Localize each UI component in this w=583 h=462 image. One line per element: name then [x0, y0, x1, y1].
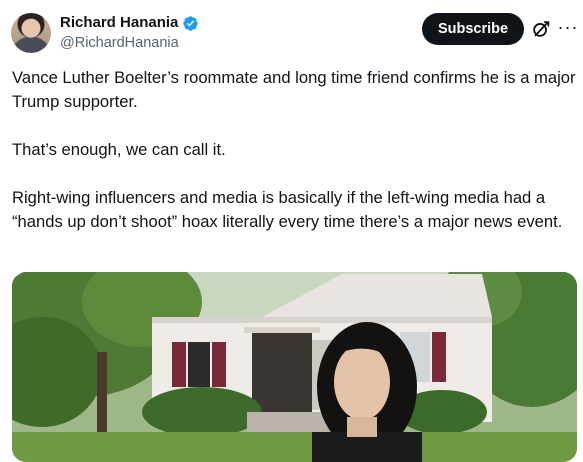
tweet-text: Vance Luther Boelter’s roommate and long… [12, 68, 576, 231]
author-name-row[interactable]: Richard Hanania [60, 14, 199, 32]
video-frame-illustration [12, 272, 577, 462]
verified-badge-icon [183, 15, 199, 31]
more-options-icon[interactable]: ··· [557, 16, 579, 38]
author-handle[interactable]: @RichardHanania [60, 35, 179, 51]
tweet-video-thumbnail[interactable] [12, 272, 577, 462]
avatar[interactable] [11, 13, 51, 53]
tweet-header: Richard Hanania @RichardHanania Subscrib… [0, 0, 583, 62]
subscribe-button[interactable]: Subscribe [422, 13, 524, 45]
grok-icon[interactable] [530, 18, 552, 40]
author-display-name[interactable]: Richard Hanania [60, 14, 178, 32]
